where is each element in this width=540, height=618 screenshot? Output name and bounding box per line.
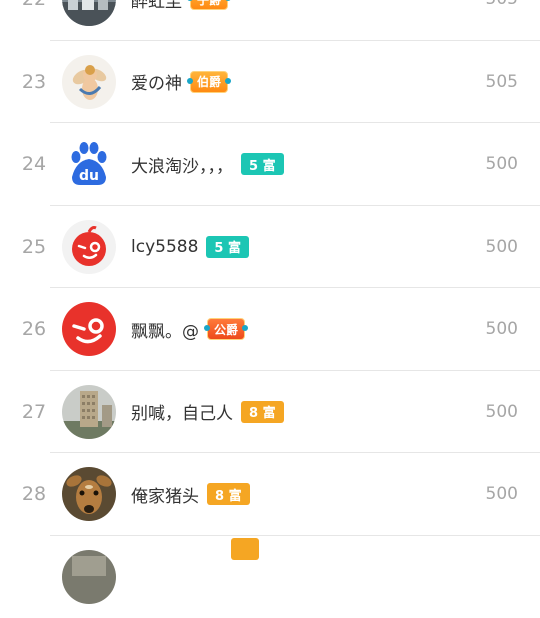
score-value: 505 (486, 0, 518, 40)
list-item[interactable]: 26 飘飘。@ 公爵 500 (0, 288, 540, 371)
leaderboard-list: 22 醉虹尘 子爵 505 23 (0, 0, 540, 618)
avatar[interactable] (62, 385, 116, 439)
rank-number: 27 (12, 371, 56, 453)
score-value: 500 (486, 123, 518, 205)
wealth-level-badge: 8 富 (207, 483, 250, 505)
wealth-level-badge (231, 538, 259, 560)
list-item[interactable]: 24 du 大浪淘沙，，， 5 富 500 (0, 123, 540, 206)
avatar[interactable]: du (62, 137, 116, 191)
svg-text:du: du (79, 168, 99, 184)
user-name[interactable]: 爱の神 (131, 69, 182, 94)
rank-number: 22 (12, 0, 56, 40)
rank-number (12, 536, 56, 618)
list-item[interactable]: 22 醉虹尘 子爵 505 (0, 0, 540, 41)
score-value: 505 (486, 41, 518, 123)
user-name[interactable]: 别喊，自己人 (131, 399, 233, 424)
user-name[interactable]: 飘飘。@ (131, 317, 199, 342)
winking-face-icon (62, 302, 116, 356)
list-item[interactable] (0, 536, 540, 618)
avatar[interactable] (62, 220, 116, 274)
list-item[interactable]: 25 lcy5588 5 富 500 (0, 206, 540, 289)
wealth-level-badge: 5 富 (206, 236, 249, 258)
user-name[interactable]: 醉虹尘 (131, 0, 182, 12)
rank-number: 26 (12, 288, 56, 370)
rank-number: 24 (12, 123, 56, 205)
wealth-level-badge: 8 富 (241, 401, 284, 423)
score-value: 500 (486, 206, 518, 288)
score-value: 500 (486, 288, 518, 370)
score-value: 500 (486, 371, 518, 453)
list-item[interactable]: 28 俺家猪头 8 富 500 (0, 453, 540, 536)
rank-title-badge: 子爵 (190, 0, 228, 10)
winking-face-icon (62, 220, 116, 274)
score-value: 500 (486, 453, 518, 535)
list-item[interactable]: 23 爱の神 伯爵 505 (0, 41, 540, 124)
baidu-paw-icon: du (62, 137, 116, 191)
avatar[interactable] (62, 55, 116, 109)
rank-number: 25 (12, 206, 56, 288)
rank-title-badge: 公爵 (207, 318, 245, 340)
avatar[interactable] (62, 467, 116, 521)
user-name[interactable]: 俺家猪头 (131, 482, 199, 507)
user-name[interactable]: lcy5588 (131, 237, 198, 257)
list-item[interactable]: 27 别喊，自己人 8 富 500 (0, 371, 540, 454)
rank-number: 23 (12, 41, 56, 123)
rank-number: 28 (12, 453, 56, 535)
avatar[interactable] (62, 0, 116, 26)
avatar[interactable] (62, 302, 116, 356)
avatar[interactable] (62, 550, 116, 604)
rank-title-badge: 伯爵 (190, 71, 228, 93)
user-name[interactable]: 大浪淘沙，，， (131, 152, 233, 177)
wealth-level-badge: 5 富 (241, 153, 284, 175)
